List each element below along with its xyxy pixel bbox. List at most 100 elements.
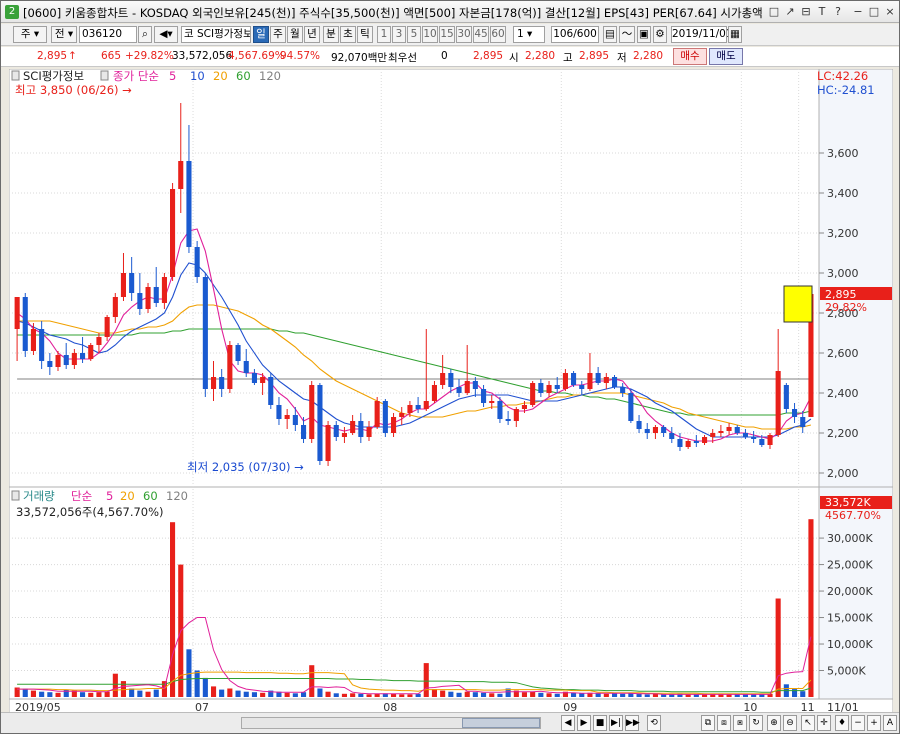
pattern-icon[interactable]: 〜 (619, 26, 635, 43)
cross-icon[interactable]: ✛ (817, 715, 831, 731)
save-icon[interactable]: ▣ (637, 26, 651, 43)
ma-handle-icon[interactable] (100, 70, 109, 81)
zoom-in-icon[interactable]: ⊕ (767, 715, 781, 731)
speaker-icon[interactable]: ◀▾ (154, 26, 178, 43)
volume-tick-label: 15,000K (827, 612, 873, 625)
candle-body (685, 441, 691, 447)
overlay-icon[interactable]: ⧆ (733, 715, 747, 731)
increase-font-icon[interactable]: + (867, 715, 881, 731)
volume-bar (104, 691, 110, 697)
volume-bar (358, 693, 364, 697)
stock-name-field[interactable]: 코 SCI평가정보 (181, 26, 251, 43)
lookup-icon[interactable]: ▤ (603, 26, 617, 43)
candle-body (652, 427, 658, 433)
chart-svg[interactable]: 3,6003,4003,2003,0002,8002,6002,4002,200… (8, 68, 894, 714)
decrease-font-icon[interactable]: − (851, 715, 865, 731)
text-icon[interactable]: A (883, 715, 897, 731)
date-input[interactable]: 2019/11/01 (671, 26, 733, 43)
candle-body (39, 329, 45, 361)
candle-body (571, 373, 577, 385)
nav-end-button[interactable]: ▶▶ (625, 715, 640, 731)
last-price-tag-text: 2,895 (825, 288, 857, 301)
volume-bar (440, 690, 446, 697)
interval-15[interactable]: 15 (439, 26, 455, 43)
volume-tick-label: 30,000K (827, 532, 873, 545)
popup-icon[interactable]: ↗ (783, 4, 797, 19)
candle-body (88, 345, 94, 359)
sell-button[interactable]: 매도 (709, 48, 743, 65)
settings-gear-icon[interactable]: ⚙ (653, 26, 667, 43)
unit-select[interactable]: 1 ▾ (513, 26, 545, 43)
priority-value: 0 (441, 50, 448, 62)
chart-area[interactable]: 3,600 3,400 3,200 3,000 2,800 2,600 2,400 2,200… (8, 68, 894, 714)
stock-name: SCI평가정보 (197, 28, 251, 40)
interval-3[interactable]: 3 (392, 26, 406, 43)
interval-30[interactable]: 30 (456, 26, 472, 43)
candle-body (243, 361, 249, 373)
zoom-reset-icon[interactable]: ⟲ (647, 715, 661, 731)
tab-period-day[interactable]: 일 (253, 26, 269, 43)
split-icon[interactable]: ⊟ (799, 4, 813, 19)
minimize-button[interactable]: − (851, 4, 865, 19)
tab-period-second[interactable]: 초 (340, 26, 356, 43)
panel-handle-icon[interactable] (11, 70, 20, 81)
volume-bar (309, 665, 315, 697)
tab-period-minute[interactable]: 분 (323, 26, 339, 43)
price-change-pct: +29.82% (125, 50, 174, 62)
volume-bar (292, 693, 298, 697)
candle-body (153, 287, 159, 303)
current-price: 2,895 (37, 50, 68, 62)
volume-bar (219, 689, 225, 697)
stock-code-input[interactable]: 036120 (79, 26, 137, 43)
tab-period-tick[interactable]: 틱 (357, 26, 373, 43)
tab-period-year[interactable]: 년 (304, 26, 320, 43)
layout-icon[interactable]: ⧈ (717, 715, 731, 731)
calendar-icon[interactable]: ▦ (728, 26, 742, 43)
volume-bar (47, 692, 53, 697)
candle-body (178, 161, 184, 189)
interval-60[interactable]: 60 (490, 26, 506, 43)
ma120-label: 120 (259, 69, 281, 83)
zoom-out-icon[interactable]: ⊖ (783, 715, 797, 731)
market-select-label: 주 (20, 28, 31, 40)
candle-body (521, 405, 527, 409)
price-tick-label: 2,200 (827, 427, 859, 440)
search-icon[interactable]: ⌕ (138, 26, 152, 43)
close-button[interactable]: × (883, 4, 897, 19)
volume-bar (80, 692, 86, 697)
interval-10[interactable]: 10 (422, 26, 438, 43)
tab-period-month[interactable]: 월 (287, 26, 303, 43)
marker-icon[interactable]: ♦ (835, 715, 849, 731)
nav-stop-button[interactable]: ■ (593, 715, 607, 731)
help-icon[interactable]: ? (831, 4, 845, 19)
volume-bar (464, 691, 470, 697)
maximize-button[interactable]: □ (867, 4, 881, 19)
toolbar: 주 ▾ 전 ▾ 036120 ⌕ ◀▾ 코 SCI평가정보 일 주 월 년 분 … (1, 24, 899, 46)
data-count-input[interactable]: 106/600 (551, 26, 599, 43)
scroll-track[interactable] (241, 717, 541, 729)
code-filter-select[interactable]: 전 ▾ (51, 26, 77, 43)
font-icon[interactable]: T (815, 4, 829, 19)
volume-bar (423, 663, 429, 697)
candle-body (341, 433, 347, 437)
nav-next-button[interactable]: ▶| (609, 715, 623, 731)
interval-1[interactable]: 1 (377, 26, 391, 43)
screen-icon[interactable]: □ (767, 4, 781, 19)
refresh-icon[interactable]: ↻ (749, 715, 763, 731)
market-select[interactable]: 주 ▾ (13, 26, 47, 43)
tab-period-week[interactable]: 주 (270, 26, 286, 43)
candle-body (800, 417, 806, 427)
volume-panel-handle-icon[interactable] (11, 490, 20, 501)
buy-button[interactable]: 매수 (673, 48, 707, 65)
select-icon[interactable]: ↖ (801, 715, 815, 731)
scroll-thumb[interactable] (462, 718, 540, 728)
chart-window: 2 [0600] 키움종합차트 - KOSDAQ 외국인보유[245(천)] 주… (0, 0, 900, 734)
min-price-annotation: 최저 2,035 (07/30) → (187, 460, 304, 474)
interval-5[interactable]: 5 (407, 26, 421, 43)
volume-bar (145, 691, 151, 697)
volume-bar (88, 692, 94, 697)
interval-45[interactable]: 45 (473, 26, 489, 43)
nav-prev-button[interactable]: ◀ (561, 715, 575, 731)
nav-play-button[interactable]: ▶ (577, 715, 591, 731)
copy-icon[interactable]: ⧉ (701, 715, 715, 731)
